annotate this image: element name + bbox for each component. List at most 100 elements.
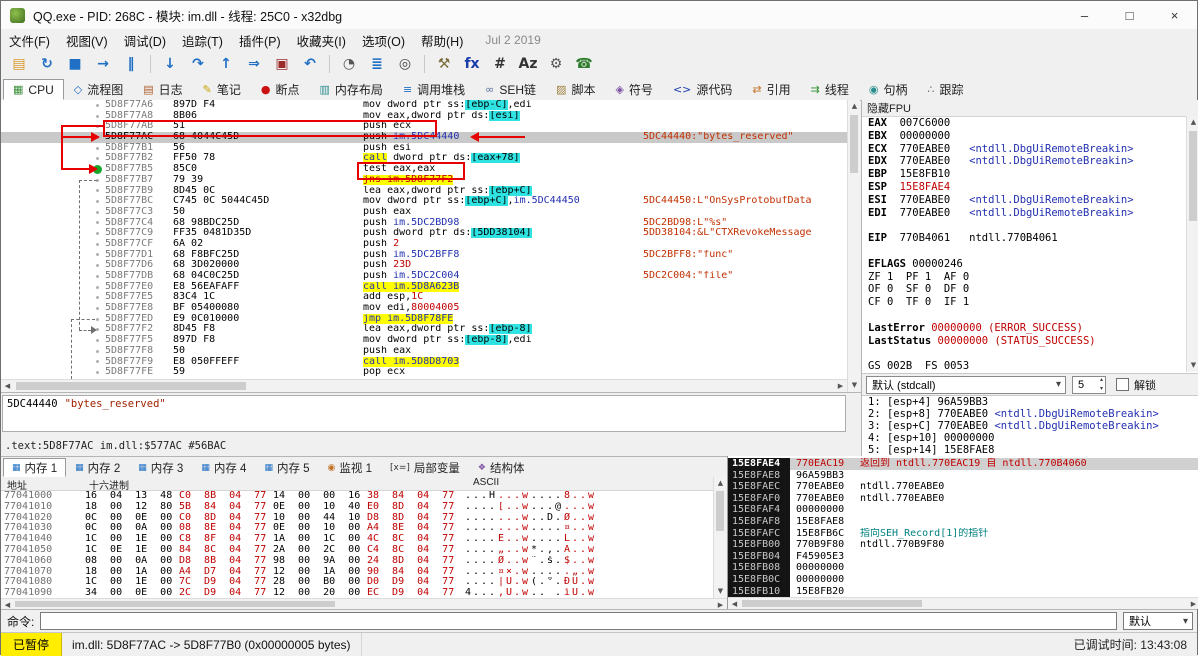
scroll-up-icon[interactable] [1187, 116, 1198, 129]
open-file-icon[interactable]: ▤ [7, 53, 31, 75]
stack-horizontal-scrollbar[interactable] [728, 597, 1198, 609]
memory-dump-panel[interactable]: 地址 十六进制 ASCII 77041000 16 04 13 48 C0 8B 0… [1, 477, 713, 609]
stack-row[interactable]: 15E8FB04 F45905E3 [728, 550, 1198, 563]
stack-argument[interactable]: 2: [esp+8] 770EABE0 <ntdll.DbgUiRemoteBr… [862, 408, 1186, 420]
tab-dump-5[interactable]: ▦ 内存 5 [255, 458, 318, 477]
disasm-gutter[interactable] [1, 111, 105, 122]
help-icon[interactable]: ☎ [572, 53, 596, 75]
disasm-row[interactable]: 5D8F77E8 BF 05400080 mov edi,80004005 [1, 303, 847, 314]
wrench-icon[interactable]: ⚒ [432, 53, 456, 75]
disasm-gutter[interactable] [1, 143, 105, 154]
command-profile-select[interactable]: 默认 [1123, 612, 1193, 630]
scroll-thumb[interactable] [16, 382, 246, 390]
disasm-gutter[interactable] [1, 228, 105, 239]
disasm-row[interactable]: 5D8F77FE 59 pop ecx [1, 367, 847, 378]
disasm-gutter[interactable] [1, 239, 105, 250]
disasm-row[interactable]: 5D8F77E5 83C4 1C add esp,1C [1, 292, 847, 303]
disasm-gutter[interactable] [1, 175, 105, 186]
stack-argument[interactable]: 3: [esp+C] 770EABE0 <ntdll.DbgUiRemoteBr… [862, 420, 1186, 432]
tab-breakpoints[interactable]: ● 断点 [251, 79, 310, 100]
tab-cpu[interactable]: ▦ CPU [3, 79, 64, 100]
disasm-row[interactable]: 5D8F77B5 85C0 test eax,eax [1, 164, 847, 175]
disasm-horizontal-scrollbar[interactable] [1, 379, 847, 392]
unlock-checkbox[interactable] [1116, 378, 1129, 391]
scroll-down-icon[interactable] [714, 585, 727, 598]
disasm-gutter[interactable] [1, 100, 105, 111]
register-line[interactable]: LastStatus 00000000 (STATUS_SUCCESS) [862, 335, 1186, 348]
disasm-row[interactable]: 5D8F77ED E9 0C010000 jmp im.5D8F78FE [1, 313, 847, 325]
dump-horizontal-scrollbar[interactable] [1, 598, 727, 609]
argument-count-stepper[interactable]: 5 [1072, 375, 1106, 394]
register-line[interactable]: OF 0 SF 0 DF 0 [862, 283, 1186, 296]
register-line[interactable]: ESI 770EABE0 <ntdll.DbgUiRemoteBreakin> [862, 194, 1186, 207]
menu-item-2[interactable]: 视图(V) [58, 31, 116, 50]
stack-row[interactable]: 15E8FAEC 770EABE0 ntdll.770EABE0 [728, 481, 1198, 493]
scroll-thumb[interactable] [15, 601, 335, 607]
calling-convention-select[interactable]: 默认 (stdcall) [866, 375, 1066, 394]
tab-symbols[interactable]: ◈ 符号 [605, 79, 662, 100]
menu-item-7[interactable]: 选项(O) [354, 31, 413, 50]
disassembly-panel[interactable]: 5D8F77A6 897D F4 mov dword ptr ss:[ebp-C],… [1, 100, 847, 379]
register-line[interactable] [862, 347, 1186, 360]
stack-row[interactable]: 15E8FB0C 00000000 [728, 573, 1198, 586]
disasm-gutter[interactable] [1, 218, 105, 229]
menu-item-1[interactable]: 文件(F) [1, 31, 58, 50]
tab-handles[interactable]: ◉ 句柄 [859, 79, 918, 100]
disasm-gutter[interactable] [1, 121, 105, 132]
disasm-gutter[interactable] [1, 292, 105, 303]
stack-row[interactable]: 15E8FB10 15E8FB20 [728, 585, 1198, 598]
dump-row[interactable]: 77041000 16 04 13 48 C0 8B 04 77 14 00 00 1… [1, 491, 713, 502]
restart-icon[interactable]: ↻ [35, 53, 59, 75]
disasm-row[interactable]: 5D8F77DB 68 04C0C25D push im.5DC2C004 5DC2C… [1, 271, 847, 282]
font-icon[interactable]: Az [516, 53, 540, 75]
run-icon[interactable]: → [91, 53, 115, 75]
register-line[interactable]: EBP 15E8FB10 [862, 168, 1186, 181]
stack-row[interactable]: 15E8FAF0 770EABE0 ntdll.770EABE0 [728, 492, 1198, 505]
disasm-gutter[interactable] [1, 250, 105, 261]
step-over-icon[interactable]: ↷ [186, 53, 210, 75]
register-line[interactable]: EDX 770EABE0 <ntdll.DbgUiRemoteBreakin> [862, 155, 1186, 168]
disasm-gutter[interactable] [1, 314, 105, 325]
disasm-gutter[interactable] [1, 367, 105, 378]
disasm-row[interactable]: 5D8F77F9 E8 050FFEFF call im.5D8D8703 [1, 356, 847, 368]
disasm-row[interactable]: 5D8F77B9 8D45 0C lea eax,dword ptr ss:[ebp… [1, 185, 847, 197]
disasm-gutter[interactable] [1, 271, 105, 282]
disasm-row[interactable]: 5D8F77E0 E8 56EAFAFF call im.5D8A623B [1, 281, 847, 293]
tab-threads[interactable]: ⇉ 线程 [801, 79, 859, 100]
stack-row[interactable]: 15E8FAF4 00000000 [728, 504, 1198, 516]
stack-row[interactable]: 15E8FAFC 15E8FB6C 指向SEH_Record[1]的指针 [728, 527, 1198, 540]
disasm-row[interactable]: 5D8F77BC C745 0C 5044C45D mov dword ptr ss… [1, 196, 847, 207]
disasm-gutter[interactable] [1, 324, 105, 335]
register-line[interactable] [862, 309, 1186, 322]
tab-watch-1[interactable]: ◉ 监视 1 [319, 458, 381, 477]
disasm-vertical-scrollbar[interactable] [847, 100, 860, 392]
dump-row[interactable]: 77041010 18 00 12 80 5B 84 04 77 0E 00 10 4… [1, 502, 713, 513]
scroll-thumb[interactable] [742, 600, 922, 607]
tab-trace[interactable]: ∴ 跟踪 [917, 79, 973, 100]
tab-dump-4[interactable]: ▦ 内存 4 [192, 458, 255, 477]
tab-dump-3[interactable]: ▦ 内存 3 [129, 458, 192, 477]
register-line[interactable]: ZF 1 PF 1 AF 0 [862, 271, 1186, 284]
stack-argument[interactable]: 4: [esp+10] 00000000 [862, 432, 1186, 444]
stack-row[interactable]: 15E8FAE8 96A59BB3 [728, 469, 1198, 482]
dump-row[interactable]: 77041040 1C 00 1E 00 C8 8F 04 77 1A 00 1C 0… [1, 534, 713, 545]
scroll-thumb[interactable] [1189, 131, 1197, 221]
disasm-row[interactable]: 5D8F77A8 8B06 mov eax,dword ptr ds:[esi] [1, 110, 847, 122]
tab-locals[interactable]: [x=] 局部变量 [381, 458, 469, 477]
stop-icon[interactable]: ■ [63, 53, 87, 75]
scroll-up-icon[interactable] [848, 100, 861, 113]
registers-vertical-scrollbar[interactable] [1186, 116, 1198, 372]
register-line[interactable]: EIP 770B4061 ntdll.770B4061 [862, 232, 1186, 245]
command-input[interactable] [40, 612, 1117, 630]
tab-dump-1[interactable]: ▦ 内存 1 [3, 458, 67, 477]
trace-icon[interactable]: ◔ [337, 53, 361, 75]
step-into-icon[interactable]: ↓ [158, 53, 182, 75]
tab-memory-map[interactable]: ▥ 内存布局 [310, 79, 393, 100]
tab-graph[interactable]: ◇ 流程图 [64, 79, 133, 100]
disasm-row[interactable]: 5D8F77CF 6A 02 push 2 [1, 239, 847, 250]
minimize-button[interactable]: – [1062, 1, 1107, 29]
menu-item-3[interactable]: 调试(D) [116, 31, 174, 50]
scroll-left-icon[interactable] [728, 598, 741, 609]
disasm-gutter[interactable] [1, 282, 105, 293]
breakpoints-icon[interactable]: ▣ [270, 53, 294, 75]
